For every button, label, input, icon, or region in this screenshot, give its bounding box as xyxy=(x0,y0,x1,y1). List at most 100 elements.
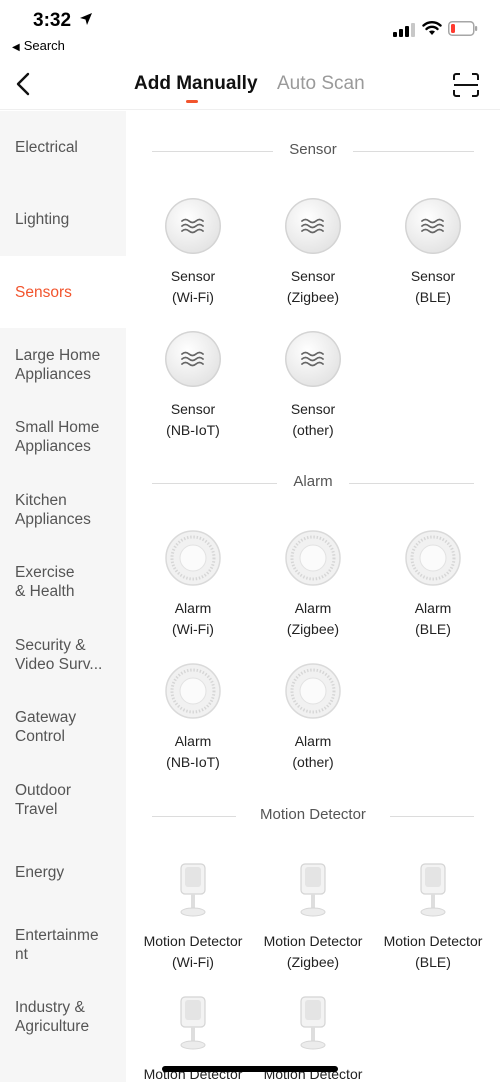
device-name: Alarm xyxy=(294,600,332,616)
sidebar-item-small-home-appliances[interactable]: Small Home Appliances xyxy=(0,401,126,473)
sidebar-item-security-video-surv[interactable]: Security & Video Surv... xyxy=(0,619,126,691)
back-chevron-icon[interactable] xyxy=(12,71,34,97)
section-header: Motion Detector xyxy=(152,806,474,826)
back-triangle-icon: ◀ xyxy=(12,42,20,53)
device-label: Motion Detector (Wi-Fi) xyxy=(133,931,253,973)
device-tile[interactable]: Alarm (Wi-Fi) xyxy=(133,529,253,645)
motion-detector-icon xyxy=(284,862,342,920)
device-name: Sensor xyxy=(170,401,216,417)
device-label: Sensor (Zigbee) xyxy=(253,266,373,308)
device-name: Alarm xyxy=(294,733,332,749)
back-to-search-link[interactable]: ◀ Search xyxy=(12,38,65,53)
section-title-text: Sensor xyxy=(275,141,351,158)
device-tile[interactable]: Motion Detector (Wi-Fi) xyxy=(133,862,253,978)
sidebar-item-label: Security & Video Surv... xyxy=(15,636,103,673)
sensor-icon xyxy=(284,197,342,255)
device-tile[interactable]: Sensor (BLE) xyxy=(373,197,493,313)
device-label: Alarm (NB-IoT) xyxy=(133,731,253,773)
sidebar-item-energy[interactable]: Energy xyxy=(0,836,126,908)
sidebar-item-label: Exercise & Health xyxy=(15,564,75,600)
device-protocol: (BLE) xyxy=(415,621,451,637)
tab-auto-scan[interactable]: Auto Scan xyxy=(277,73,365,95)
device-tile[interactable]: Motion Detector (Zigbee) xyxy=(253,862,373,978)
device-label: Alarm (BLE) xyxy=(373,598,493,640)
device-tile[interactable]: Alarm (BLE) xyxy=(373,529,493,645)
tab-add-manually[interactable]: Add Manually xyxy=(134,73,258,95)
device-tile[interactable]: Sensor (Wi-Fi) xyxy=(133,197,253,313)
section-title: Sensor xyxy=(152,141,474,158)
status-bar: 3:32 ◀ Search xyxy=(0,0,500,58)
device-protocol: (NB-IoT) xyxy=(166,754,220,770)
section-title-text: Motion Detector xyxy=(246,806,380,823)
category-sidebar: Electrical Lighting Sensors Large Home Appl… xyxy=(0,111,126,1082)
device-name: Sensor xyxy=(410,268,456,284)
sidebar-item-label: Small Home Appliances xyxy=(15,419,100,455)
smoke-alarm-icon xyxy=(164,529,222,587)
device-tile[interactable]: Alarm (Zigbee) xyxy=(253,529,373,645)
smoke-alarm-icon xyxy=(284,662,342,720)
device-protocol: (BLE) xyxy=(415,954,451,970)
device-label: Alarm (other) xyxy=(253,731,373,773)
device-list: Sensor Sensor (Wi-Fi) Sensor (Zigbee) Sens… xyxy=(126,111,500,1082)
section-header: Sensor xyxy=(152,141,474,161)
device-name: Sensor xyxy=(290,268,336,284)
sidebar-item-large-home-appliances[interactable]: Large Home Appliances xyxy=(0,329,126,401)
sidebar-item-industry-agriculture[interactable]: Industry & Agriculture xyxy=(0,981,126,1053)
device-protocol: (Zigbee) xyxy=(286,954,340,970)
sidebar-item-label: Sensors xyxy=(15,283,72,301)
sidebar-item-label: Gateway Control xyxy=(15,709,77,745)
device-protocol: (Wi-Fi) xyxy=(172,954,214,970)
device-protocol: (Zigbee) xyxy=(286,621,340,637)
device-name: Alarm xyxy=(414,600,452,616)
smoke-alarm-icon xyxy=(404,529,462,587)
sidebar-item-label: Outdoor Travel xyxy=(15,781,72,818)
device-name: Motion Detector xyxy=(263,933,363,949)
sidebar-item-sensors[interactable]: Sensors xyxy=(0,256,126,328)
sidebar-item-outdoor-travel[interactable]: Outdoor Travel xyxy=(0,764,126,836)
status-time: 3:32 xyxy=(33,10,72,31)
sidebar-item-kitchen-appliances[interactable]: Kitchen Appliances xyxy=(0,474,126,546)
sensor-icon xyxy=(404,197,462,255)
device-name: Motion Detector xyxy=(383,933,483,949)
sidebar-item-label: Large Home Appliances xyxy=(15,346,101,383)
device-protocol: (NB-IoT) xyxy=(166,422,220,438)
sidebar-item-electrical[interactable]: Electrical xyxy=(0,111,126,183)
back-app-label: Search xyxy=(23,38,65,53)
wifi-icon xyxy=(422,21,442,35)
device-label: Motion Detector (BLE) xyxy=(373,931,493,973)
device-label: Sensor (other) xyxy=(253,399,373,441)
device-protocol: (Wi-Fi) xyxy=(172,289,214,305)
device-tile[interactable]: Alarm (other) xyxy=(253,662,373,778)
sidebar-item-label: Entertainme nt xyxy=(15,926,99,963)
smoke-alarm-icon xyxy=(284,529,342,587)
section-title-text: Alarm xyxy=(279,473,347,490)
device-label: Alarm (Wi-Fi) xyxy=(133,598,253,640)
device-name: Alarm xyxy=(174,600,212,616)
device-protocol: (other) xyxy=(292,754,334,770)
device-name: Alarm xyxy=(174,733,212,749)
sidebar-item-exercise-health[interactable]: Exercise & Health xyxy=(0,546,126,618)
sidebar-item-label: Lighting xyxy=(15,211,70,228)
sidebar-item-lighting[interactable]: Lighting xyxy=(0,184,126,256)
scan-qr-icon[interactable] xyxy=(452,72,480,98)
motion-detector-icon xyxy=(404,862,462,920)
device-protocol: (BLE) xyxy=(415,289,451,305)
device-tile[interactable]: Sensor (NB-IoT) xyxy=(133,330,253,446)
device-tile[interactable]: Sensor (Zigbee) xyxy=(253,197,373,313)
motion-detector-icon xyxy=(164,995,222,1053)
device-label: Sensor (BLE) xyxy=(373,266,493,308)
sidebar-item-label: Industry & Agriculture xyxy=(15,999,90,1035)
motion-detector-icon xyxy=(284,995,342,1053)
sidebar-item-entertainme-nt[interactable]: Entertainme nt xyxy=(0,909,126,981)
home-indicator xyxy=(162,1066,338,1072)
device-label: Motion Detector (Zigbee) xyxy=(253,931,373,973)
device-tile[interactable]: Motion Detector (BLE) xyxy=(373,862,493,978)
device-protocol: (other) xyxy=(292,422,334,438)
device-tile[interactable]: Alarm (NB-IoT) xyxy=(133,662,253,778)
device-label: Sensor (Wi-Fi) xyxy=(133,266,253,308)
sidebar-item-label: Energy xyxy=(15,863,65,881)
sidebar-item-gateway-control[interactable]: Gateway Control xyxy=(0,691,126,763)
sidebar-item-label: Kitchen Appliances xyxy=(15,491,91,528)
cellular-signal-icon xyxy=(393,23,415,37)
device-tile[interactable]: Sensor (other) xyxy=(253,330,373,446)
